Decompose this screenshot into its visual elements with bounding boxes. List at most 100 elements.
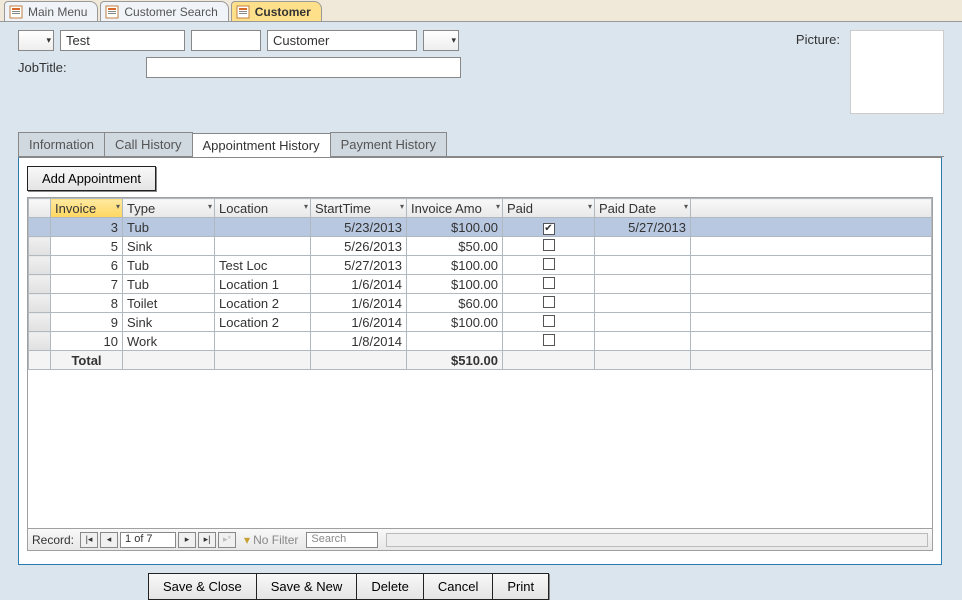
cell-paid[interactable]	[503, 294, 595, 313]
cell-paid[interactable]: ✔	[503, 218, 595, 237]
col-header-invoice-amo[interactable]: Invoice Amo▾	[407, 199, 503, 218]
cell-amount[interactable]: $100.00	[407, 218, 503, 237]
cell-paid-date[interactable]	[595, 275, 691, 294]
doc-tab-main-menu[interactable]: Main Menu	[4, 1, 98, 21]
table-row[interactable]: 7TubLocation 11/6/2014$100.00	[29, 275, 932, 294]
cell-amount[interactable]	[407, 332, 503, 351]
cell-paid-date[interactable]	[595, 294, 691, 313]
title-combo[interactable]	[18, 30, 54, 51]
horizontal-scrollbar[interactable]	[386, 533, 928, 547]
cell-location[interactable]: Location 2	[215, 294, 311, 313]
chevron-down-icon[interactable]: ▾	[400, 202, 404, 211]
checkbox[interactable]	[543, 296, 555, 308]
jobtitle-input[interactable]	[146, 57, 461, 78]
print-button[interactable]: Print	[492, 573, 549, 600]
checkbox[interactable]	[543, 277, 555, 289]
chevron-down-icon[interactable]: ▾	[588, 202, 592, 211]
cancel-button[interactable]: Cancel	[423, 573, 493, 600]
cell-type[interactable]: Sink	[123, 313, 215, 332]
add-appointment-button[interactable]: Add Appointment	[27, 166, 156, 191]
cell-invoice[interactable]: 3	[51, 218, 123, 237]
table-row[interactable]: 3Tub5/23/2013$100.00✔5/27/2013	[29, 218, 932, 237]
col-header-type[interactable]: Type▾	[123, 199, 215, 218]
record-position[interactable]: 1 of 7	[120, 532, 176, 548]
cell-invoice[interactable]: 10	[51, 332, 123, 351]
cell-location[interactable]: Test Loc	[215, 256, 311, 275]
first-name-input[interactable]: Test	[60, 30, 185, 51]
cell-paid[interactable]	[503, 237, 595, 256]
doc-tab-customer[interactable]: Customer	[231, 1, 322, 21]
suffix-combo[interactable]	[423, 30, 459, 51]
row-selector[interactable]	[29, 256, 51, 275]
nav-last-button[interactable]: ▸|	[198, 532, 216, 548]
checkbox[interactable]: ✔	[543, 223, 555, 235]
doc-tab-customer-search[interactable]: Customer Search	[100, 1, 228, 21]
last-name-input[interactable]: Customer	[267, 30, 417, 51]
cell-location[interactable]	[215, 332, 311, 351]
cell-amount[interactable]: $50.00	[407, 237, 503, 256]
tab-payment-history[interactable]: Payment History	[330, 132, 447, 156]
tab-call-history[interactable]: Call History	[104, 132, 192, 156]
cell-paid[interactable]	[503, 332, 595, 351]
tab-appointment-history[interactable]: Appointment History	[192, 133, 331, 157]
cell-type[interactable]: Work	[123, 332, 215, 351]
cell-amount[interactable]: $100.00	[407, 313, 503, 332]
save-new-button[interactable]: Save & New	[256, 573, 358, 600]
cell-invoice[interactable]: 9	[51, 313, 123, 332]
cell-starttime[interactable]: 5/26/2013	[311, 237, 407, 256]
cell-type[interactable]: Tub	[123, 275, 215, 294]
cell-paid-date[interactable]	[595, 313, 691, 332]
cell-location[interactable]	[215, 237, 311, 256]
col-header-paid[interactable]: Paid▾	[503, 199, 595, 218]
chevron-down-icon[interactable]: ▾	[116, 202, 120, 211]
table-row[interactable]: 5Sink5/26/2013$50.00	[29, 237, 932, 256]
nav-first-button[interactable]: |◂	[80, 532, 98, 548]
checkbox[interactable]	[543, 258, 555, 270]
save-close-button[interactable]: Save & Close	[148, 573, 257, 600]
row-selector[interactable]	[29, 275, 51, 294]
col-header-invoice[interactable]: Invoice▾	[51, 199, 123, 218]
cell-starttime[interactable]: 1/6/2014	[311, 275, 407, 294]
cell-amount[interactable]: $100.00	[407, 275, 503, 294]
chevron-down-icon[interactable]: ▾	[684, 202, 688, 211]
cell-starttime[interactable]: 5/27/2013	[311, 256, 407, 275]
cell-amount[interactable]: $100.00	[407, 256, 503, 275]
nav-prev-button[interactable]: ◂	[100, 532, 118, 548]
row-selector[interactable]	[29, 218, 51, 237]
cell-invoice[interactable]: 8	[51, 294, 123, 313]
cell-paid[interactable]	[503, 313, 595, 332]
tab-information[interactable]: Information	[18, 132, 105, 156]
table-row[interactable]: 8ToiletLocation 21/6/2014$60.00	[29, 294, 932, 313]
cell-location[interactable]: Location 2	[215, 313, 311, 332]
cell-location[interactable]: Location 1	[215, 275, 311, 294]
table-row[interactable]: 10Work 1/8/2014	[29, 332, 932, 351]
cell-invoice[interactable]: 7	[51, 275, 123, 294]
cell-type[interactable]: Sink	[123, 237, 215, 256]
cell-type[interactable]: Tub	[123, 256, 215, 275]
nav-next-button[interactable]: ▸	[178, 532, 196, 548]
cell-paid-date[interactable]	[595, 256, 691, 275]
cell-starttime[interactable]: 1/8/2014	[311, 332, 407, 351]
checkbox[interactable]	[543, 334, 555, 346]
delete-button[interactable]: Delete	[356, 573, 424, 600]
col-header-paid-date[interactable]: Paid Date▾	[595, 199, 691, 218]
col-header-location[interactable]: Location▾	[215, 199, 311, 218]
cell-amount[interactable]: $60.00	[407, 294, 503, 313]
row-selector[interactable]	[29, 237, 51, 256]
row-selector[interactable]	[29, 313, 51, 332]
select-all-header[interactable]	[29, 199, 51, 218]
cell-starttime[interactable]: 5/23/2013	[311, 218, 407, 237]
table-row[interactable]: 6TubTest Loc5/27/2013$100.00	[29, 256, 932, 275]
table-row[interactable]: 9SinkLocation 21/6/2014$100.00	[29, 313, 932, 332]
col-header-starttime[interactable]: StartTime▾	[311, 199, 407, 218]
chevron-down-icon[interactable]: ▾	[496, 202, 500, 211]
chevron-down-icon[interactable]: ▾	[304, 202, 308, 211]
middle-name-input[interactable]	[191, 30, 261, 51]
nav-new-button[interactable]: ▸*	[218, 532, 236, 548]
row-selector[interactable]	[29, 332, 51, 351]
cell-location[interactable]	[215, 218, 311, 237]
cell-starttime[interactable]: 1/6/2014	[311, 313, 407, 332]
search-input[interactable]: Search	[306, 532, 378, 548]
cell-paid[interactable]	[503, 275, 595, 294]
filter-indicator[interactable]: ▾ No Filter	[244, 533, 298, 547]
